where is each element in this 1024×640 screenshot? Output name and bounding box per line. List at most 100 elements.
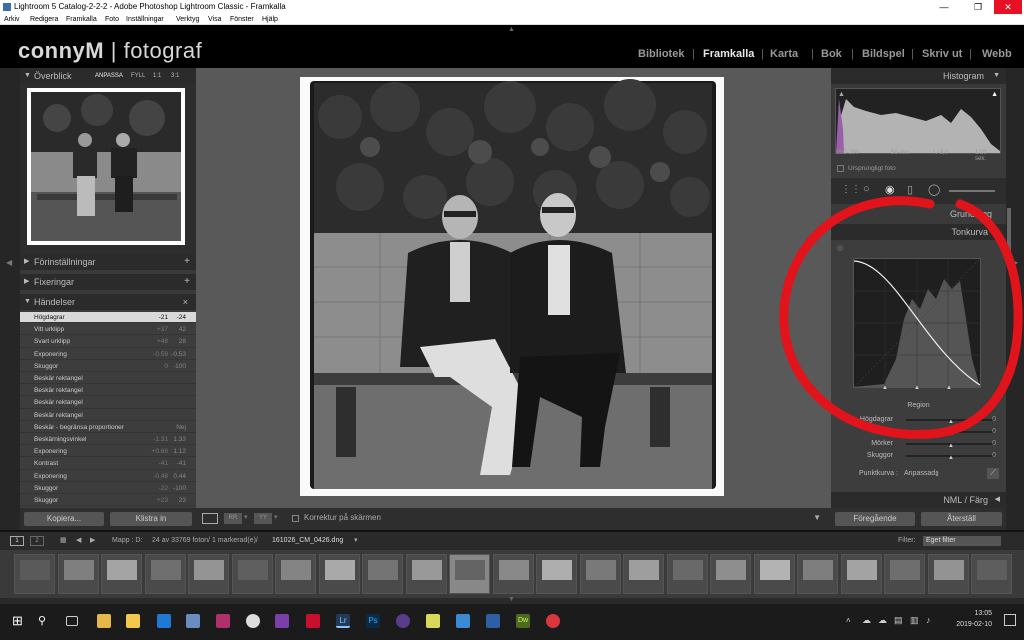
filmstrip-thumbnail[interactable]: [536, 554, 577, 594]
toolbar-menu-icon[interactable]: ▼: [813, 513, 821, 522]
history-item[interactable]: Kontrast -41 -41: [20, 458, 196, 470]
presets-header[interactable]: ▶ Förinställningar +: [20, 254, 196, 270]
history-item[interactable]: Skuggor 0 -100: [20, 361, 196, 373]
history-item[interactable]: Beskär rektangel: [20, 397, 196, 409]
filmstrip-source[interactable]: Mapp : D:: [112, 532, 142, 550]
history-item[interactable]: Beskärningsvinkel -1.31 1.33: [20, 434, 196, 446]
module-bildspel[interactable]: Bildspel: [862, 48, 905, 60]
original-photo-toggle[interactable]: Ursprungligt foto: [837, 165, 896, 172]
chevron-down-icon[interactable]: ▾: [354, 532, 358, 550]
notifications-icon[interactable]: [1004, 614, 1016, 626]
filmstrip-thumbnail[interactable]: [362, 554, 403, 594]
histogram-header[interactable]: Histogram ▼: [831, 68, 1006, 84]
cloud-icon[interactable]: ☁: [878, 615, 887, 626]
filmstrip-thumbnail[interactable]: [753, 554, 795, 594]
snapshots-header[interactable]: ▶ Fixeringar +: [20, 274, 196, 290]
chevron-down-icon[interactable]: ▾: [244, 513, 248, 521]
history-item[interactable]: Beskär rektangel: [20, 373, 196, 385]
menu-fonster[interactable]: Fönster: [230, 14, 254, 25]
before-after-swap-icon[interactable]: YY: [254, 513, 272, 524]
menu-installningar[interactable]: Inställningar: [126, 14, 164, 25]
app-icon-5[interactable]: [546, 614, 560, 628]
task-view-icon[interactable]: [66, 616, 78, 626]
add-snapshot-icon[interactable]: +: [184, 274, 190, 290]
zoom-1-1[interactable]: 1:1: [153, 68, 161, 84]
reset-button[interactable]: Återställ: [921, 512, 1002, 526]
hsl-header[interactable]: NML / Färg ◀: [831, 492, 1006, 508]
app-icon-3[interactable]: [426, 614, 440, 628]
add-preset-icon[interactable]: +: [184, 254, 190, 270]
filter-select[interactable]: Eget filter: [923, 536, 1001, 546]
history-item[interactable]: Svart urklipp +48 28: [20, 336, 196, 348]
close-button[interactable]: ✕: [994, 0, 1022, 14]
collapse-top-icon[interactable]: ▲: [508, 26, 515, 33]
app-icon-2[interactable]: [396, 614, 410, 628]
taskbar-clock[interactable]: 13:05 2019-02-10: [956, 608, 992, 630]
history-item[interactable]: Exponering -0.59 -0.53: [20, 349, 196, 360]
copy-button[interactable]: Kopiera...: [24, 512, 104, 526]
slider-track[interactable]: ▲: [906, 455, 994, 461]
loupe-view-icon[interactable]: [202, 513, 218, 524]
grid-view-icon[interactable]: ▦: [60, 532, 67, 550]
clear-history-icon[interactable]: ×: [183, 294, 188, 310]
history-header[interactable]: ▼ Händelser ×: [20, 294, 196, 310]
filmstrip-thumbnail[interactable]: [275, 554, 316, 594]
filmstrip-thumbnail[interactable]: [449, 554, 490, 594]
maximize-button[interactable]: ❐: [964, 0, 992, 14]
forward-arrow-icon[interactable]: ▶: [90, 532, 95, 550]
filmstrip-thumbnail[interactable]: [101, 554, 142, 594]
filmstrip-thumbnail[interactable]: [884, 554, 925, 594]
menu-arkiv[interactable]: Arkiv: [4, 14, 20, 25]
module-bibliotek[interactable]: Bibliotek: [638, 48, 684, 60]
monitor-1-icon[interactable]: 1: [10, 536, 24, 546]
image-canvas[interactable]: [196, 68, 831, 508]
menu-visa[interactable]: Visa: [208, 14, 222, 25]
pointcurve-select[interactable]: Anpassad: [904, 470, 935, 477]
back-arrow-icon[interactable]: ◀: [76, 532, 81, 550]
before-after-icon[interactable]: RR: [224, 513, 242, 524]
history-item[interactable]: Beskär rektangel: [20, 385, 196, 397]
main-photo[interactable]: [300, 77, 724, 496]
softproof-checkbox[interactable]: [292, 515, 299, 522]
navigator-header[interactable]: ▼ Överblick ANPASSA FYLL 1:1 3:1: [20, 68, 196, 84]
slider-value[interactable]: 0: [992, 450, 996, 462]
zoom-fit[interactable]: ANPASSA: [95, 68, 123, 84]
navigator-preview[interactable]: [27, 88, 185, 245]
filmstrip-thumbnail[interactable]: [710, 554, 751, 594]
history-item[interactable]: Skuggor -22 -100: [20, 483, 196, 495]
filmstrip-thumbnail[interactable]: [318, 554, 360, 594]
history-item[interactable]: Exponering +0.68 1.12: [20, 446, 196, 458]
network-icon[interactable]: ▥: [910, 615, 919, 626]
histogram-chart[interactable]: ▲ ▲: [835, 88, 1001, 154]
filmstrip-thumbnail[interactable]: [144, 554, 186, 594]
zoom-fill[interactable]: FYLL: [131, 68, 145, 84]
monitor-2-icon[interactable]: 2: [30, 536, 44, 546]
windows-start-icon[interactable]: ⊞: [12, 614, 26, 628]
history-item[interactable]: Exponering -0.48 0.44: [20, 471, 196, 482]
paste-button[interactable]: Klistra in: [110, 512, 192, 526]
app-icon-4[interactable]: [456, 614, 470, 628]
module-bok[interactable]: Bok: [821, 48, 842, 60]
network-icon[interactable]: ▤: [894, 615, 903, 626]
filmstrip-thumbnail[interactable]: [623, 554, 664, 594]
history-item[interactable]: Vitt urklipp +37 42: [20, 324, 196, 336]
edit-curve-icon[interactable]: ⟋: [987, 468, 999, 479]
app-icon-1[interactable]: [216, 614, 230, 628]
filmstrip-thumbnail[interactable]: [492, 554, 534, 594]
cloud-icon[interactable]: ☁: [862, 615, 871, 626]
menu-framkalla[interactable]: Framkalla: [66, 14, 97, 25]
filmstrip-thumbnail[interactable]: [231, 554, 273, 594]
filmstrip-thumbnail[interactable]: [840, 554, 882, 594]
store-icon[interactable]: [186, 614, 200, 628]
history-item[interactable]: Beskär - begränsa proportioner Nej: [20, 422, 196, 434]
zoom-3-1[interactable]: 3:1: [171, 68, 179, 84]
filmstrip-filename[interactable]: 161026_CM_0426.dng: [272, 532, 343, 550]
filmstrip-thumbnail[interactable]: [188, 554, 229, 594]
search-icon[interactable]: ⚲: [38, 614, 52, 628]
minimize-button[interactable]: —: [930, 0, 958, 14]
folder-icon[interactable]: [126, 614, 140, 628]
tray-chevron-icon[interactable]: ˄: [846, 616, 851, 625]
filmstrip-thumbnail[interactable]: [405, 554, 447, 594]
left-panel-edge[interactable]: ◀: [0, 68, 20, 530]
file-explorer-icon[interactable]: [97, 614, 111, 628]
